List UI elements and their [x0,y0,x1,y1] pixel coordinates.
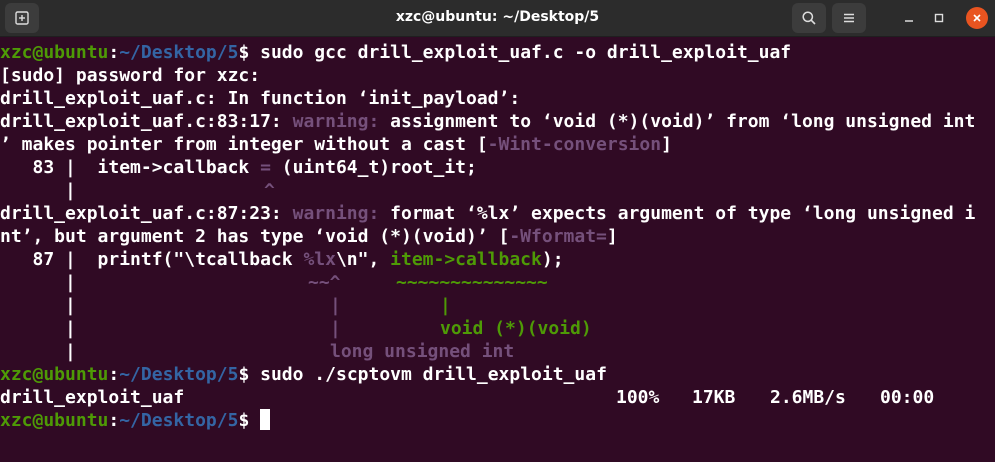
command-text: sudo ./scptovm drill_exploit_uaf [249,364,607,385]
new-tab-icon [15,11,29,25]
prompt-path: ~/Desktop/5 [119,42,239,63]
terminal-line: | | | [0,294,451,317]
terminal-line: drill_exploit_uaf 100% 17KB 2.6MB/s 00:00 [0,386,995,409]
argument-highlight: item->callback [390,249,542,270]
minimize-button[interactable] [898,7,920,29]
minimize-icon [905,20,913,22]
terminal-line: drill_exploit_uaf.c: In function ‘init_p… [0,88,521,109]
transfer-time: 00:00 [880,387,935,408]
prompt-separator: : [108,42,120,63]
warning-location: drill_exploit_uaf.c:87:23: [0,203,293,224]
prompt-symbol: $ [238,42,250,63]
prompt-path: ~/Desktop/5 [119,364,239,385]
warning-location: drill_exploit_uaf.c:83:17: [0,111,293,132]
menu-button[interactable] [832,3,866,33]
pointer-bar: | [330,318,341,339]
terminal-line: | ^ [0,179,275,202]
terminal-line: nt’, but argument 2 has type ‘void (*)(v… [0,225,618,248]
search-button[interactable] [792,3,826,33]
caret-marker: ^ [264,180,275,201]
warning-label: warning: [292,203,380,224]
tilde-marker: ~~~~~~~~~~~~~~ [396,272,548,293]
transfer-filename: drill_exploit_uaf [0,387,185,408]
bracket: ] [606,226,618,247]
close-button[interactable] [966,7,988,29]
prompt-separator: : [108,364,120,385]
warning-message: nt’, but argument 2 has type ‘void (*)(v… [0,226,510,247]
close-icon [973,14,981,22]
type-annotation: void (*)(void) [440,318,592,339]
transfer-percent: 100% [616,387,660,408]
transfer-size: 17KB [692,387,736,408]
terminal-line: | ~~^ ~~~~~~~~~~~~~~ [0,271,548,294]
prompt-user-host: xzc@ubuntu [0,42,109,63]
title-bar: xzc@ubuntu: ~/Desktop/5 [0,0,995,37]
terminal-line: | long unsigned int [0,340,514,363]
terminal-line: drill_exploit_uaf.c:83:17: warning: assi… [0,110,975,133]
terminal-line: | | void (*)(void) [0,317,592,340]
maximize-button[interactable] [928,7,950,29]
terminal-line: 87 | printf("\tcallback %lx\n", item->ca… [0,248,564,271]
prompt-user-host: xzc@ubuntu [0,410,109,431]
terminal-line: xzc@ubuntu:~/Desktop/5$ sudo gcc drill_e… [0,41,791,64]
gutter-bar: | [0,295,76,316]
command-text: sudo gcc drill_exploit_uaf.c -o drill_ex… [249,42,792,63]
text-cursor[interactable] [260,409,271,430]
gutter-bar: | [0,180,76,201]
terminal-line: 83 | item->callback = (uint64_t)root_it; [0,156,477,179]
warning-message: assignment to ‘void (*)(void)’ from ‘lon… [379,111,976,132]
terminal-line: drill_exploit_uaf.c:87:23: warning: form… [0,202,975,225]
prompt-separator: : [108,410,120,431]
warning-message: ’ makes pointer from integer without a c… [0,134,488,155]
pointer-bar: | [330,295,341,316]
source-highlight: = [260,157,271,178]
tilde-marker: ~~^ [308,272,341,293]
prompt-user-host: xzc@ubuntu [0,364,109,385]
source-line: 83 | item->callback [0,157,261,178]
pointer-bar: | [440,295,451,316]
source-line: ); [541,249,564,270]
type-annotation: long unsigned int [330,341,515,362]
terminal-line: xzc@ubuntu:~/Desktop/5$ [0,409,271,432]
prompt-symbol: $ [238,364,250,385]
source-line: \n", [335,249,391,270]
warning-label: warning: [292,111,380,132]
terminal-line: ’ makes pointer from integer without a c… [0,133,672,156]
warning-flag: -Wint-conversion [487,134,662,155]
bracket: ] [661,134,672,155]
transfer-rate: 2.6MB/s [770,387,846,408]
gutter-bar: | [0,318,76,339]
prompt-symbol: $ [238,410,250,431]
terminal-line: [sudo] password for xzc: [0,65,261,86]
gutter-bar: | [0,272,76,293]
warning-flag: -Wformat= [509,226,607,247]
hamburger-menu-icon [844,13,854,23]
search-icon [802,11,816,25]
source-line: (uint64_t)root_it; [270,157,477,178]
gutter-bar: | [0,341,76,362]
new-tab-button[interactable] [5,3,39,33]
terminal-output[interactable]: xzc@ubuntu:~/Desktop/5$ sudo gcc drill_e… [0,37,995,462]
warning-message: format ‘%lx’ expects argument of type ‘l… [379,203,976,224]
maximize-icon [934,13,944,23]
source-line: 87 | printf("\tcallback [0,249,304,270]
format-specifier: %lx [303,249,336,270]
terminal-line: xzc@ubuntu:~/Desktop/5$ sudo ./scptovm d… [0,363,607,386]
prompt-path: ~/Desktop/5 [119,410,239,431]
